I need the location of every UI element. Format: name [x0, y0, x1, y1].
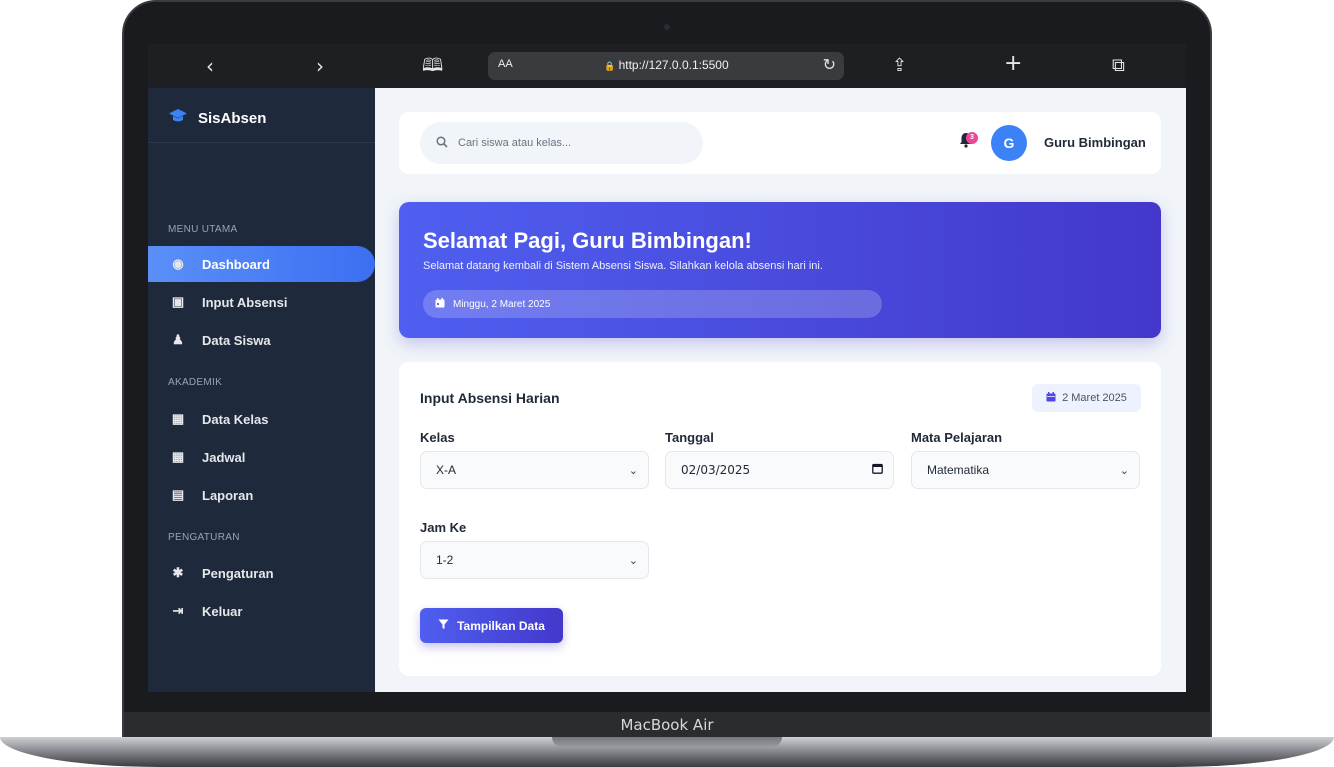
sidebar-item-data-siswa[interactable]: ♟ Data Siswa	[148, 322, 375, 358]
mapel-value: Matematika	[927, 463, 990, 477]
sidebar-item-label: Jadwal	[202, 449, 246, 465]
top-bar: 3 G Guru Bimbingan	[399, 112, 1161, 174]
sidebar-item-label: Pengaturan	[202, 565, 274, 581]
banner-date-pill: Minggu, 2 Maret 2025	[423, 290, 882, 318]
calendar-picker-icon[interactable]	[872, 463, 883, 477]
kelas-label: Kelas	[420, 430, 455, 445]
tabs-overview-icon[interactable]: ⧉	[1112, 54, 1125, 78]
search-input[interactable]	[458, 137, 678, 149]
share-icon[interactable]: ⇪	[892, 54, 907, 78]
sidebar-item-label: Keluar	[202, 603, 243, 619]
welcome-banner: Selamat Pagi, Guru Bimbingan! Selamat da…	[399, 202, 1161, 338]
school-icon: ▦	[171, 411, 185, 426]
device-label: MacBook Air	[620, 716, 714, 734]
browser-toolbar: ‹ › 🕮 AA 🔒 http://127.0.0.1:5500 ↻ ⇪ + ⧉	[148, 44, 1186, 88]
chevron-left-icon[interactable]: ‹	[206, 54, 214, 78]
sidebar-item-label: Data Kelas	[202, 411, 269, 427]
sidebar-item-label: Data Siswa	[202, 332, 271, 348]
show-data-button[interactable]: Tampilkan Data	[420, 608, 563, 643]
chevron-down-icon: ⌄	[628, 553, 638, 567]
sidebar-item-label: Laporan	[202, 487, 254, 503]
notification-badge: 3	[966, 132, 978, 144]
mapel-label: Mata Pelajaran	[911, 430, 1003, 445]
chevron-down-icon: ⌄	[628, 463, 638, 477]
sign-out-icon: ⇥	[172, 603, 184, 618]
chevron-right-icon[interactable]: ›	[316, 54, 324, 78]
gear-icon: ✱	[172, 565, 184, 580]
calendar-icon	[435, 297, 445, 311]
sidebar-item-data-kelas[interactable]: ▦ Data Kelas	[148, 401, 375, 437]
sidebar-item-laporan[interactable]: ▤ Laporan	[148, 477, 375, 513]
section-title-pengaturan: PENGATURAN	[168, 532, 240, 543]
tanggal-label: Tanggal	[665, 430, 714, 445]
mapel-select[interactable]: Matematika ⌄	[911, 451, 1140, 489]
date-chip: 2 Maret 2025	[1032, 384, 1141, 412]
calendar-icon	[1046, 391, 1056, 405]
filter-icon	[438, 619, 449, 633]
main-content: 3 G Guru Bimbingan Selamat Pagi, Guru Bi…	[375, 88, 1186, 692]
sidebar-item-dashboard[interactable]: ◉ Dashboard	[148, 246, 375, 282]
show-data-label: Tampilkan Data	[457, 618, 545, 633]
file-icon: ▤	[171, 487, 185, 502]
sidebar-item-label: Dashboard	[202, 256, 270, 272]
reload-icon[interactable]: ↻	[823, 55, 836, 75]
user-graduate-icon: ♟	[172, 332, 184, 347]
calendar-icon: ▦	[171, 449, 185, 464]
attendance-form-card: Input Absensi Harian 2 Maret 2025 Kelas …	[399, 362, 1161, 676]
banner-title: Selamat Pagi, Guru Bimbingan!	[423, 228, 752, 253]
new-tab-icon[interactable]: +	[1004, 52, 1022, 76]
section-title-menu-utama: MENU UTAMA	[168, 224, 238, 235]
date-chip-text: 2 Maret 2025	[1062, 392, 1127, 404]
screen: ‹ › 🕮 AA 🔒 http://127.0.0.1:5500 ↻ ⇪ + ⧉…	[148, 44, 1186, 692]
sidebar-item-jadwal[interactable]: ▦ Jadwal	[148, 439, 375, 475]
divider	[148, 142, 375, 143]
sidebar-item-keluar[interactable]: ⇥ Keluar	[148, 593, 375, 629]
tanggal-value: 02/03/2025	[681, 463, 751, 477]
jam-label: Jam Ke	[420, 520, 467, 535]
jam-select[interactable]: 1-2 ⌄	[420, 541, 649, 579]
url-text: 🔒 http://127.0.0.1:5500	[604, 58, 729, 72]
sidebar-item-input-absensi[interactable]: ▣ Input Absensi	[148, 284, 375, 320]
lock-icon: 🔒	[604, 61, 616, 71]
sidebar-item-pengaturan[interactable]: ✱ Pengaturan	[148, 555, 375, 591]
avatar[interactable]: G	[991, 125, 1027, 161]
brand[interactable]: SisAbsen	[168, 106, 266, 130]
banner-date: Minggu, 2 Maret 2025	[453, 298, 551, 310]
jam-value: 1-2	[436, 553, 454, 567]
clipboard-icon: ▣	[171, 294, 185, 309]
tanggal-date-input[interactable]: 02/03/2025	[665, 451, 894, 489]
sidebar: SisAbsen MENU UTAMA ◉ Dashboard ▣ Input …	[148, 88, 375, 692]
reader-aa-button[interactable]: AA	[498, 58, 513, 70]
form-title: Input Absensi Harian	[420, 390, 560, 406]
brand-name: SisAbsen	[198, 109, 267, 127]
section-title-akademik: AKADEMIK	[168, 377, 223, 388]
search-box[interactable]	[420, 122, 703, 164]
kelas-select[interactable]: X-A ⌄	[420, 451, 649, 489]
banner-subtitle: Selamat datang kembali di Sistem Absensi…	[423, 260, 823, 272]
book-icon[interactable]: 🕮	[422, 54, 443, 78]
graduation-cap-icon	[168, 108, 188, 129]
laptop-notch	[552, 737, 782, 747]
chevron-down-icon: ⌄	[1119, 463, 1129, 477]
kelas-value: X-A	[436, 463, 457, 477]
user-name[interactable]: Guru Bimbingan	[1044, 135, 1146, 150]
search-icon	[436, 135, 448, 151]
sidebar-item-label: Input Absensi	[202, 294, 288, 310]
url-value: http://127.0.0.1:5500	[618, 58, 729, 72]
gauge-icon: ◉	[172, 256, 184, 271]
camera	[664, 24, 670, 30]
address-bar[interactable]: AA 🔒 http://127.0.0.1:5500 ↻	[488, 52, 844, 80]
